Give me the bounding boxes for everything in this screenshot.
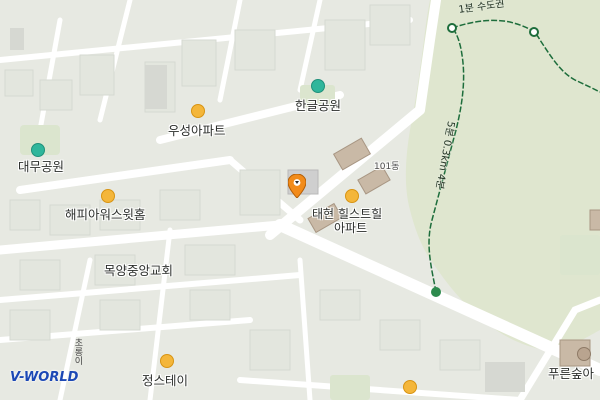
apartment-icon[interactable] (577, 347, 591, 361)
label-hangeul-park: 한글공원 (295, 98, 342, 113)
map-view[interactable]: 대무공원 한글공원 우성아파트 해피아워스윗홈 목양중앙교회 정스테이 태현 힐… (0, 0, 600, 400)
label-forest-apt: 푸른숲아 (548, 366, 595, 381)
label-building-101: 101동 (374, 162, 400, 172)
map-canvas (0, 0, 600, 400)
label-jeongstay: 정스테이 (142, 373, 189, 388)
label-daemu-park: 대무공원 (18, 159, 65, 174)
apartment-icon[interactable] (345, 189, 359, 203)
apartment-icon[interactable] (403, 380, 417, 394)
label-mokyang-church: 목양중앙교회 (104, 263, 174, 278)
label-taehyeon-b: 힐스트힐 (338, 207, 383, 221)
park-icon[interactable] (31, 143, 45, 157)
label-road-vertical: 초롱이 (72, 338, 83, 365)
location-pin-icon[interactable] (288, 174, 306, 198)
label-taehyeon-c: 아파트 (334, 221, 368, 235)
brand-logo: V-WORLD (10, 370, 79, 385)
park-icon[interactable] (311, 79, 325, 93)
label-woosung-apt: 우성아파트 (168, 123, 226, 138)
trail-node-icon (431, 287, 441, 297)
apartment-icon[interactable] (160, 354, 174, 368)
label-happy-apt: 해피아워스윗홈 (65, 207, 146, 222)
apartment-icon[interactable] (101, 189, 115, 203)
apartment-icon[interactable] (191, 104, 205, 118)
label-taehyeon-a: 태현 (312, 207, 335, 221)
